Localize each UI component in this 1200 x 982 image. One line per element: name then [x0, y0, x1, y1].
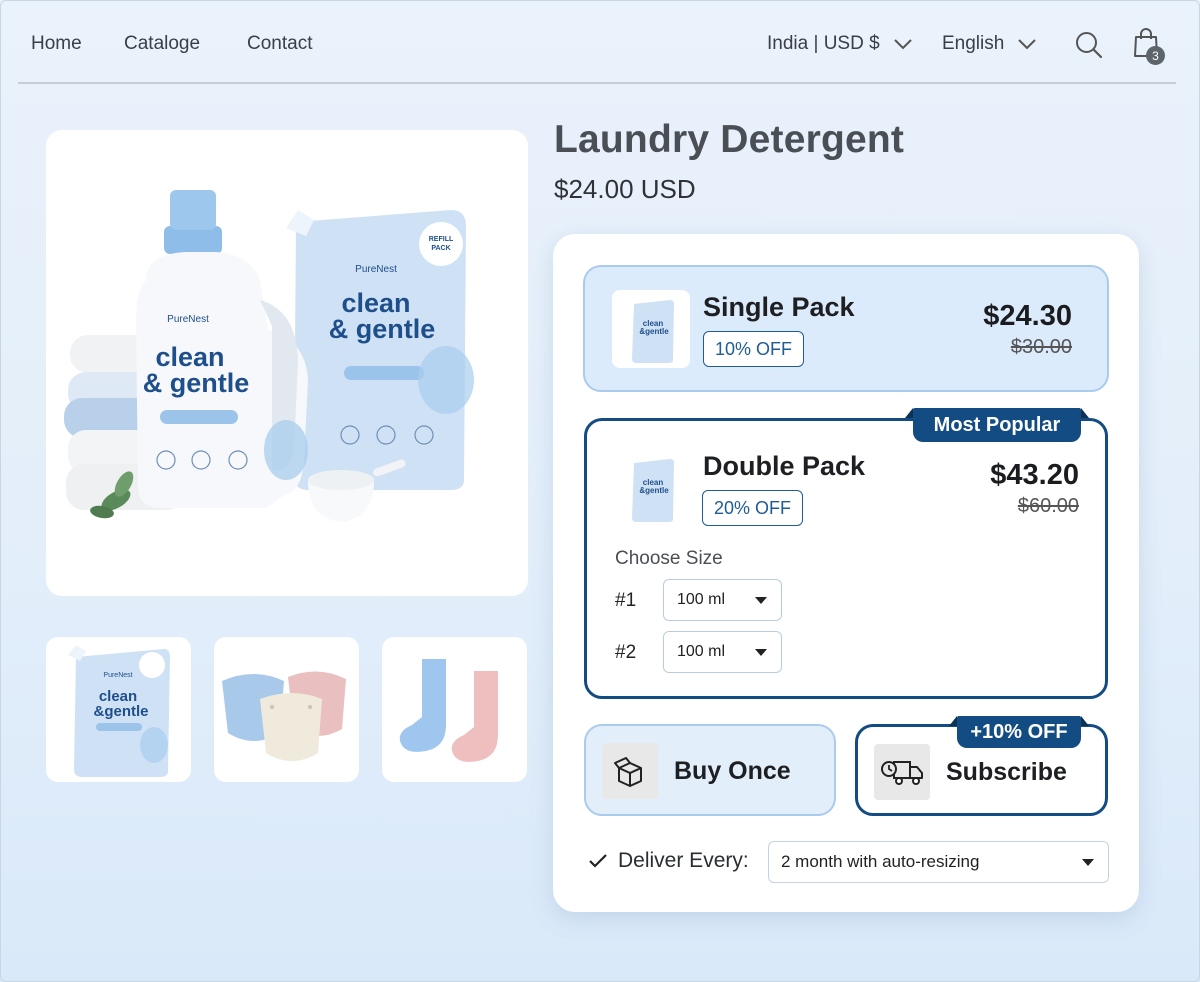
size-1-label: #1 — [615, 590, 637, 611]
svg-text:&gentle: &gentle — [639, 486, 669, 495]
single-pack-discount-badge: 10% OFF — [703, 331, 805, 367]
truck-icon-container — [874, 744, 930, 800]
double-pack-original-price: $60.00 — [1017, 495, 1079, 517]
svg-text:& gentle: & gentle — [329, 314, 436, 344]
box-icon — [614, 757, 642, 787]
nav-contact-link[interactable]: Contact — [247, 33, 312, 55]
checkmark-icon — [589, 854, 607, 868]
double-pack-discount-badge: 20% OFF — [702, 490, 804, 526]
dropdown-arrow-icon — [755, 649, 767, 656]
chevron-down-icon — [1018, 39, 1037, 50]
double-pack-price: $43.20 — [990, 459, 1079, 491]
detergent-product-illustration: REFILL PACK PureNest clean & gentle Pure… — [64, 190, 474, 522]
deliver-every-label: Deliver Every: — [618, 849, 749, 872]
pouch-thumbnail-image: clean &gentle — [632, 459, 674, 522]
buy-once-option[interactable]: Buy Once — [584, 724, 836, 816]
delivery-frequency-select[interactable]: 2 month with auto-resizing — [768, 841, 1109, 883]
search-icon[interactable] — [1074, 30, 1104, 60]
nav-catalog-link[interactable]: Cataloge — [124, 33, 200, 55]
size-2-label: #2 — [615, 642, 637, 663]
single-pack-name: Single Pack — [703, 292, 855, 322]
cart-count-badge: 3 — [1146, 46, 1165, 65]
chevron-down-icon — [893, 39, 912, 50]
double-pack-name: Double Pack — [703, 451, 866, 481]
top-nav: Home Cataloge Contact India | USD $ Engl… — [0, 0, 1200, 84]
delivery-truck-icon — [881, 761, 923, 785]
box-icon-container — [602, 743, 658, 799]
nav-divider — [18, 82, 1176, 84]
choose-size-label: Choose Size — [615, 548, 723, 569]
dropdown-arrow-icon — [755, 597, 767, 604]
thumbnail-refill-pouch[interactable]: PureNest clean &gentle — [46, 637, 191, 782]
product-title: Laundry Detergent — [554, 118, 905, 161]
delivery-frequency-value: 2 month with auto-resizing — [781, 852, 980, 871]
subscribe-label: Subscribe — [946, 758, 1067, 786]
single-pack-price: $24.30 — [983, 300, 1072, 332]
svg-text:PureNest: PureNest — [355, 264, 397, 275]
language-label: English — [942, 33, 1005, 54]
size-1-value: 100 ml — [677, 591, 726, 608]
svg-text:& gentle: & gentle — [143, 368, 250, 398]
pouch-thumbnail-image: clean &gentle — [632, 300, 674, 363]
double-pack-image: clean &gentle — [612, 449, 690, 527]
product-main-image[interactable]: REFILL PACK PureNest clean & gentle Pure… — [46, 130, 528, 596]
subscribe-discount-badge: +10% OFF — [949, 716, 1089, 748]
region-currency-select[interactable]: India | USD $ — [767, 33, 912, 55]
size-1-select[interactable]: 100 ml — [663, 579, 782, 621]
size-2-value: 100 ml — [677, 643, 726, 660]
baby-socks-thumbnail-image — [399, 659, 498, 762]
refill-pouch-thumbnail-image: PureNest clean &gentle — [68, 645, 170, 777]
product-price: $24.00 USD — [554, 174, 696, 204]
deliver-every-row: Deliver Every: — [588, 849, 749, 873]
svg-text:PACK: PACK — [431, 245, 450, 252]
thumbnail-cloth-diapers[interactable] — [214, 637, 359, 782]
nav-home-link[interactable]: Home — [31, 33, 82, 55]
cloth-diapers-thumbnail-image — [222, 671, 346, 761]
single-pack-original-price: $30.00 — [1010, 336, 1072, 358]
svg-text:REFILL: REFILL — [429, 236, 454, 243]
region-currency-label: India | USD $ — [767, 33, 880, 54]
svg-text:PureNest: PureNest — [103, 672, 132, 679]
svg-text:PureNest: PureNest — [167, 314, 209, 325]
single-pack-image: clean &gentle — [612, 290, 690, 368]
size-2-select[interactable]: 100 ml — [663, 631, 782, 673]
svg-text:&gentle: &gentle — [93, 703, 148, 720]
language-select[interactable]: English — [942, 33, 1037, 55]
buy-once-label: Buy Once — [674, 757, 791, 785]
dropdown-arrow-icon — [1082, 859, 1094, 866]
svg-text:&gentle: &gentle — [639, 327, 669, 336]
thumbnail-baby-socks[interactable] — [382, 637, 527, 782]
most-popular-badge: Most Popular — [905, 408, 1089, 442]
